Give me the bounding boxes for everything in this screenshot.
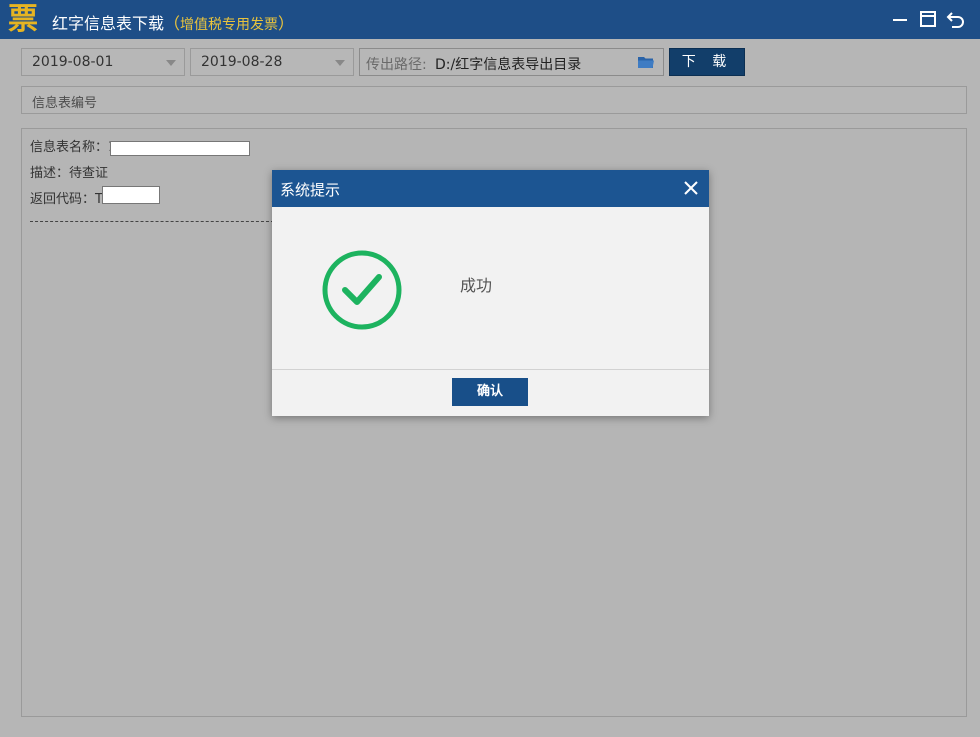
close-icon[interactable]: [681, 178, 701, 198]
chevron-down-icon: [166, 60, 176, 66]
export-path-value: D:/红字信息表导出目录: [435, 57, 582, 73]
dialog-title: 系统提示: [280, 181, 341, 199]
info-table-number-placeholder: 信息表编号: [32, 96, 98, 111]
dashed-divider: [30, 221, 274, 222]
success-check-icon: [322, 250, 402, 330]
result-desc-line: 描述：待查证: [30, 162, 108, 181]
folder-icon[interactable]: [638, 55, 654, 69]
dialog-header: 系统提示: [272, 170, 709, 207]
maximize-icon: [920, 11, 936, 27]
minimize-button[interactable]: [890, 9, 910, 29]
end-date-picker[interactable]: 2019-08-28: [190, 48, 354, 76]
system-prompt-dialog: 系统提示 成功 确认: [272, 170, 709, 416]
back-button[interactable]: [946, 9, 966, 29]
window-title: 红字信息表下载（增值税专用发票）: [52, 10, 294, 34]
start-date-picker[interactable]: 2019-08-01: [21, 48, 185, 76]
subtitle-open-paren: （: [164, 14, 181, 33]
export-path-label: 传出路径:: [366, 57, 427, 73]
app-logo: 票: [8, 2, 38, 37]
result-code-line: 返回代码：T: [30, 188, 103, 207]
window-subtitle: 增值税专用发票: [180, 17, 279, 33]
dialog-divider: [272, 369, 709, 370]
redaction-box: [102, 186, 160, 204]
chevron-down-icon: [335, 60, 345, 66]
export-path-field[interactable]: 传出路径: D:/红字信息表导出目录: [359, 48, 664, 76]
result-desc-label: 描述：: [30, 166, 70, 181]
window-title-text: 红字信息表下载: [52, 14, 165, 33]
minimize-icon: [893, 19, 907, 21]
redaction-box: [110, 141, 250, 156]
start-date-value: 2019-08-01: [32, 54, 114, 70]
confirm-button[interactable]: 确认: [452, 378, 528, 406]
result-desc-value: 待查证: [69, 166, 109, 181]
result-code-label: 返回代码：: [30, 192, 96, 207]
dialog-message: 成功: [460, 276, 493, 295]
info-table-number-input[interactable]: 信息表编号: [21, 86, 967, 114]
result-name-label: 信息表名称：: [30, 140, 109, 155]
back-arrow-icon: [946, 12, 964, 28]
subtitle-close-paren: ）: [278, 14, 295, 33]
end-date-value: 2019-08-28: [201, 54, 283, 70]
download-button[interactable]: 下 载: [669, 48, 745, 76]
maximize-button[interactable]: [918, 9, 938, 29]
title-bar: 票 红字信息表下载（增值税专用发票）: [0, 0, 980, 39]
